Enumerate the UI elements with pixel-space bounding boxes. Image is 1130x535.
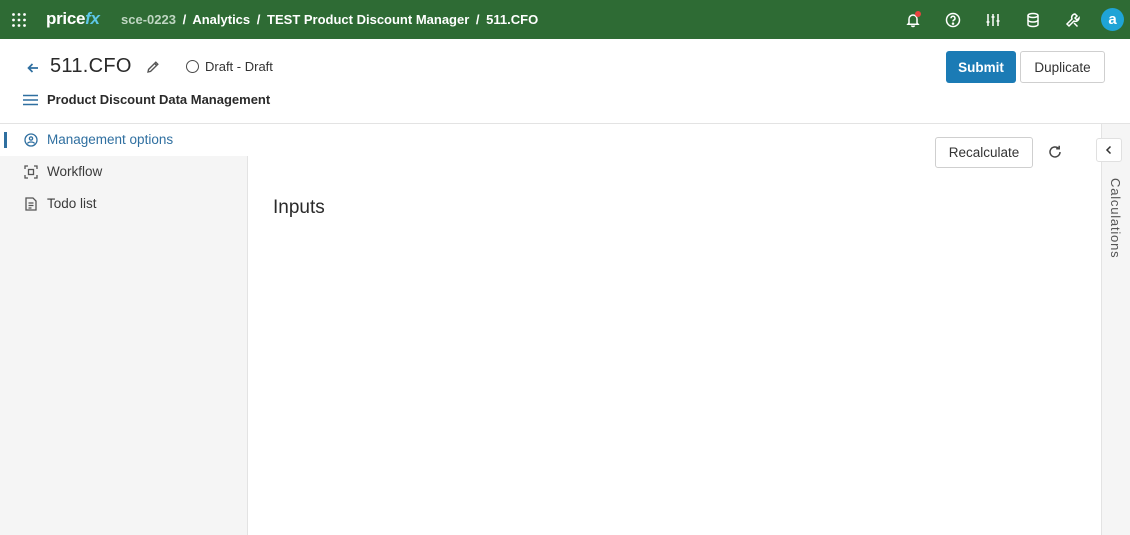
- breadcrumb-discount-manager[interactable]: TEST Product Discount Manager: [267, 12, 469, 27]
- sidebar-item-todo-list[interactable]: Todo list: [0, 188, 248, 220]
- status-circle-icon: [186, 60, 199, 73]
- breadcrumb-separator: /: [475, 12, 480, 27]
- page-header: 511.CFO Draft - Draft Product Discount D…: [0, 39, 1130, 124]
- pricefx-logo[interactable]: pricefx: [46, 9, 100, 29]
- chevron-left-icon: [1105, 145, 1112, 155]
- sidebar-item-workflow[interactable]: Workflow: [0, 156, 248, 188]
- sidebar-item-label: Management options: [47, 132, 174, 147]
- main-content: Recalculate Inputs: [249, 124, 1101, 535]
- calculations-panel-label[interactable]: Calculations: [1108, 178, 1123, 258]
- edit-pencil-icon[interactable]: [145, 59, 161, 75]
- workflow-icon: [24, 165, 38, 179]
- settings-users-icon: [24, 133, 38, 147]
- inputs-section-title: Inputs: [273, 197, 325, 218]
- recalculate-button[interactable]: Recalculate: [935, 137, 1033, 168]
- wrench-icon[interactable]: [1063, 10, 1083, 30]
- back-arrow-icon[interactable]: [25, 60, 41, 76]
- logo-price-text: price: [46, 9, 86, 28]
- page-title: 511.CFO: [50, 55, 132, 77]
- sidebar-item-label: Workflow: [47, 164, 103, 179]
- sliders-icon[interactable]: [983, 10, 1003, 30]
- calculations-panel: Calculations: [1096, 124, 1130, 535]
- logo-fx-text: fx: [85, 9, 100, 28]
- top-navigation-bar: pricefx sce-0223 / Analytics / TEST Prod…: [0, 0, 1130, 39]
- breadcrumb: sce-0223 / Analytics / TEST Product Disc…: [121, 12, 538, 27]
- breadcrumb-separator: /: [256, 12, 261, 27]
- duplicate-button[interactable]: Duplicate: [1020, 51, 1105, 83]
- sidebar: Management options Workflow Todo list: [0, 124, 248, 535]
- breadcrumb-separator: /: [182, 12, 187, 27]
- breadcrumb-current: 511.CFO: [486, 12, 539, 27]
- notification-dot: [915, 11, 921, 17]
- sidebar-item-management-options[interactable]: Management options: [0, 124, 248, 156]
- user-avatar[interactable]: a: [1101, 8, 1124, 31]
- breadcrumb-instance[interactable]: sce-0223: [121, 12, 176, 27]
- bell-icon[interactable]: [903, 10, 923, 30]
- hamburger-menu-icon[interactable]: [23, 93, 38, 106]
- breadcrumb-analytics[interactable]: Analytics: [192, 12, 250, 27]
- submit-button[interactable]: Submit: [946, 51, 1016, 83]
- refresh-icon[interactable]: [1047, 144, 1063, 160]
- expand-panel-button[interactable]: [1096, 138, 1122, 162]
- database-icon[interactable]: [1023, 10, 1043, 30]
- todo-list-icon: [24, 197, 38, 211]
- sidebar-item-label: Todo list: [47, 196, 97, 211]
- page-subtitle: Product Discount Data Management: [47, 92, 271, 107]
- apps-grid-icon[interactable]: [11, 12, 27, 28]
- status-text: Draft - Draft: [205, 59, 273, 74]
- help-icon[interactable]: [943, 10, 963, 30]
